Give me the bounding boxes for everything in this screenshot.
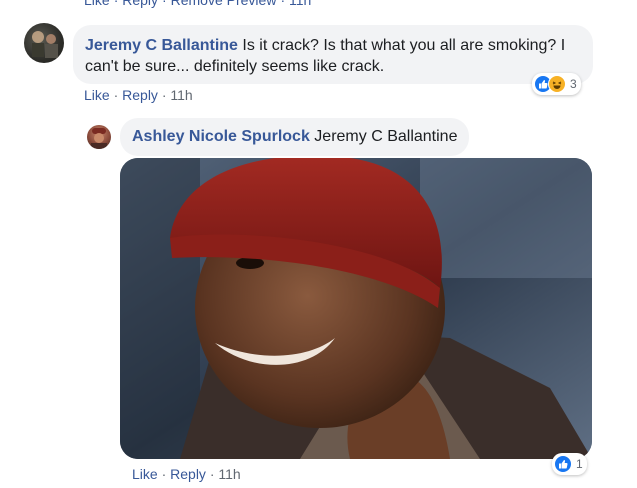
like-link[interactable]: Like bbox=[84, 0, 110, 8]
reply-link[interactable]: Reply bbox=[170, 466, 206, 482]
comment-actions: Like · Reply · 11h bbox=[132, 466, 241, 482]
timestamp[interactable]: 11h bbox=[218, 466, 240, 482]
comment-author[interactable]: Ashley Nicole Spurlock bbox=[132, 128, 310, 145]
avatar-photo bbox=[32, 31, 58, 58]
comment-bubble: Jeremy C Ballantine Is it crack? Is that… bbox=[73, 25, 593, 84]
like-link[interactable]: Like bbox=[132, 466, 158, 482]
reaction-count: 1 bbox=[576, 457, 583, 471]
reply-link[interactable]: Reply bbox=[122, 0, 158, 8]
avatar-photo bbox=[91, 128, 107, 149]
comment-actions: Like · Reply · 11h bbox=[84, 87, 193, 103]
avatar-jeremy[interactable] bbox=[24, 23, 64, 63]
reaction-count: 3 bbox=[570, 77, 577, 91]
separator: · bbox=[161, 87, 167, 103]
separator: · bbox=[113, 87, 119, 103]
timestamp[interactable]: 11h bbox=[289, 0, 311, 8]
gif-image[interactable] bbox=[120, 158, 592, 459]
comment-bubble: Ashley Nicole Spurlock Jeremy C Ballanti… bbox=[120, 118, 470, 156]
haha-icon bbox=[548, 75, 566, 93]
reaction-summary[interactable]: 3 bbox=[532, 73, 581, 95]
like-icon bbox=[554, 455, 572, 473]
remove-preview-link[interactable]: Remove Preview bbox=[171, 0, 277, 8]
timestamp[interactable]: 11h bbox=[170, 87, 192, 103]
avatar-ashley[interactable] bbox=[87, 125, 111, 149]
separator: · bbox=[161, 466, 167, 482]
reply-link[interactable]: Reply bbox=[122, 87, 158, 103]
previous-comment-actions: Like · Reply · Remove Preview · 11h bbox=[84, 0, 315, 8]
separator: · bbox=[209, 466, 215, 482]
gif-illustration bbox=[120, 158, 592, 459]
like-link[interactable]: Like bbox=[84, 87, 110, 103]
reaction-summary[interactable]: 1 bbox=[552, 453, 587, 475]
comment-text: Jeremy C Ballantine bbox=[314, 128, 458, 145]
comment-author[interactable]: Jeremy C Ballantine bbox=[85, 37, 238, 54]
